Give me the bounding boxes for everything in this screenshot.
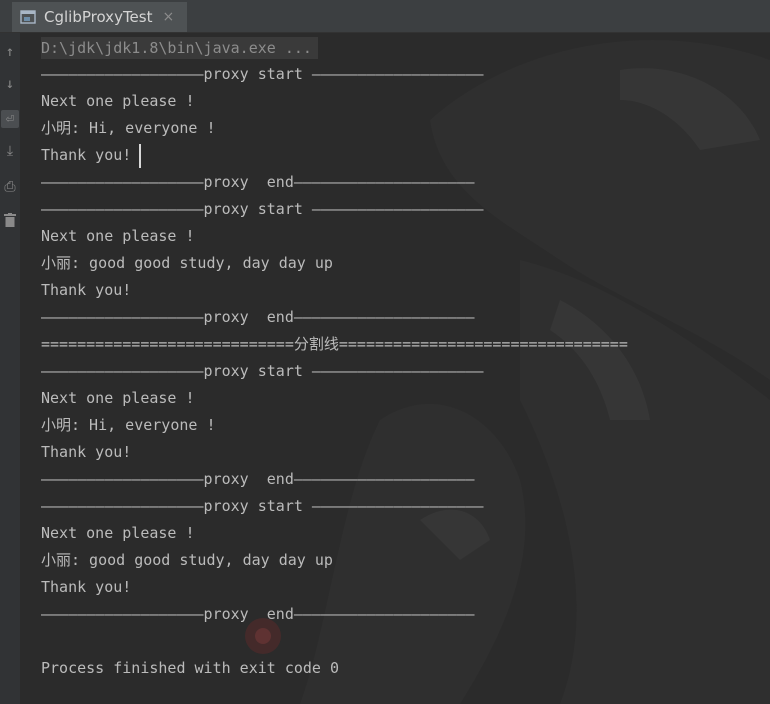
console-line: ——————————————————proxy end—————————————…	[41, 173, 475, 191]
console-line: ——————————————————proxy end—————————————…	[41, 470, 475, 488]
print-icon[interactable]: ⎙	[1, 178, 19, 196]
tab-title: CglibProxyTest	[44, 8, 153, 26]
console-line: Next one please !	[41, 227, 195, 245]
run-console-window: CglibProxyTest × ↑ ↓ ⏎ ⤓ ⎙ D:\jdk\jdk1.8…	[0, 0, 770, 704]
console-line: 小明: Hi, everyone !	[41, 119, 216, 137]
console-line: Next one please !	[41, 92, 195, 110]
console-line: 小明: Hi, everyone !	[41, 416, 216, 434]
scroll-to-end-icon[interactable]: ⤓	[1, 142, 19, 160]
tab-cglib-proxy-test[interactable]: CglibProxyTest ×	[12, 2, 187, 32]
console-line: ============================分割线=========…	[41, 335, 628, 353]
console-line: ——————————————————proxy end—————————————…	[41, 605, 475, 623]
console-line: ——————————————————proxy start ——————————…	[41, 200, 484, 218]
console-line: Next one please !	[41, 389, 195, 407]
soft-wrap-icon[interactable]: ⏎	[1, 110, 19, 128]
console-line: ——————————————————proxy start ——————————…	[41, 65, 484, 83]
console-line: 小丽: good good study, day day up	[41, 254, 333, 272]
console-line: ——————————————————proxy start ——————————…	[41, 497, 484, 515]
console-window-icon	[20, 10, 36, 24]
console-toolbar: ↑ ↓ ⏎ ⤓ ⎙	[0, 33, 20, 704]
console-line: 小丽: good good study, day day up	[41, 551, 333, 569]
console-line: Thank you!	[41, 443, 132, 461]
down-arrow-icon[interactable]: ↓	[1, 75, 19, 93]
console-line: Thank you!	[41, 281, 132, 299]
console-line: ——————————————————proxy start ——————————…	[41, 362, 484, 380]
console-line: Next one please !	[41, 524, 195, 542]
trash-icon[interactable]	[1, 211, 19, 229]
text-cursor	[139, 143, 142, 168]
console-line: Thank you!	[41, 578, 132, 596]
up-arrow-icon[interactable]: ↑	[1, 43, 19, 61]
console-line-text: Thank you!	[41, 146, 132, 164]
console-line: Thank you!	[41, 142, 142, 169]
process-exit-line: Process finished with exit code 0	[41, 659, 340, 677]
console-line: ——————————————————proxy end—————————————…	[41, 308, 475, 326]
console-output[interactable]: D:\jdk\jdk1.8\bin\java.exe ... —————————…	[41, 33, 770, 704]
editor-tab-bar: CglibProxyTest ×	[0, 0, 770, 33]
close-icon[interactable]: ×	[162, 9, 174, 25]
run-command: D:\jdk\jdk1.8\bin\java.exe ...	[41, 37, 318, 59]
